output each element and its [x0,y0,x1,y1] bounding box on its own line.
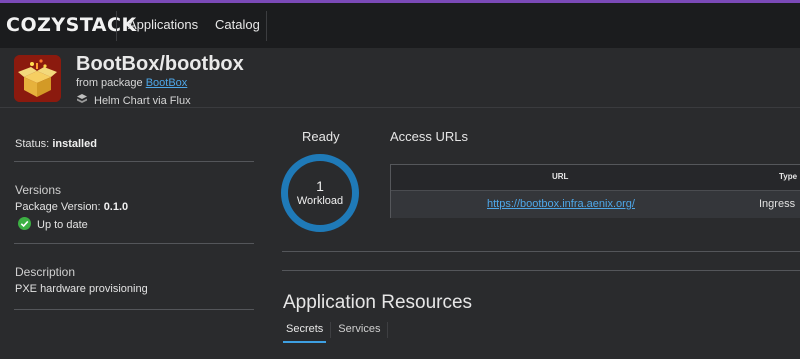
workload-count: 1 [316,178,324,194]
section-divider [282,251,800,252]
access-urls-table: URL Type https://bootbox.infra.aenix.org… [390,164,800,218]
tab-secrets[interactable]: Secrets [283,322,327,343]
tab-services[interactable]: Services [335,322,383,343]
resource-tabs: Secrets Services [283,322,392,344]
status-value: installed [52,138,97,150]
description-heading: Description [15,265,76,279]
package-version: Package Version: 0.1.0 [15,201,128,213]
versions-heading: Versions [15,183,62,197]
package-version-value: 0.1.0 [103,201,129,213]
package-link[interactable]: BootBox [146,77,188,89]
up-to-date-status: Up to date [18,217,88,233]
status-label: Status: [15,138,50,150]
up-to-date-label: Up to date [37,219,88,231]
nav-catalog[interactable]: Catalog [215,17,260,32]
workload-label: Workload [296,195,344,207]
page-title: BootBox/bootbox [76,53,244,75]
description-text: PXE hardware provisioning [15,283,148,295]
package-version-label: Package Version: [15,201,101,213]
tab-divider [387,322,389,338]
cozystack-logo[interactable]: COZYSTACK [6,14,137,36]
package-prefix: from package [76,77,143,89]
check-circle-icon [18,217,31,233]
chart-source-label: Helm Chart via Flux [94,94,191,107]
access-urls-heading: Access URLs [390,129,469,144]
workload-ready-ring[interactable]: 1 Workload [281,154,359,232]
tab-divider [330,322,332,338]
chart-source: Helm Chart via Flux [76,93,191,108]
description-section: Description PXE hardware provisioning [14,244,254,310]
status-line: Status: installed [15,138,97,150]
column-header-type: Type [779,172,798,181]
column-header-url: URL [552,172,569,181]
ready-label: Ready [302,129,340,144]
bootbox-app-icon [14,55,61,102]
helm-icon [76,93,88,108]
access-url-type: Ingress [759,198,796,210]
access-url-link[interactable]: https://bootbox.infra.aenix.org/ [487,198,635,210]
top-bar: COZYSTACK Applications Catalog [0,0,800,48]
app-header: BootBox/bootbox from package BootBox Hel… [0,48,800,108]
section-divider [282,270,800,271]
application-resources-heading: Application Resources [283,292,473,313]
package-source: from package BootBox [76,77,187,89]
table-row: https://bootbox.infra.aenix.org/ Ingress [391,190,800,218]
nav-applications[interactable]: Applications [128,17,198,32]
status-section: Status: installed [14,108,254,162]
nav-divider [116,11,117,41]
nav-divider [266,11,267,41]
versions-section: Versions Package Version: 0.1.0 Up to da… [14,162,254,244]
